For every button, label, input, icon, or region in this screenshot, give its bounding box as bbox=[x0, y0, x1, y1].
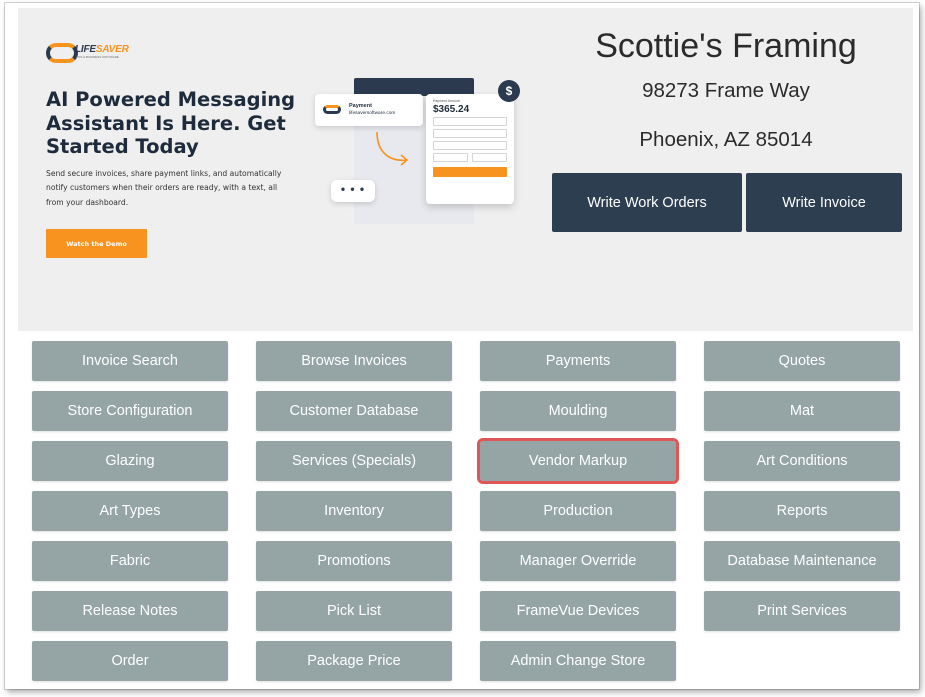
mock-payment-site: lifesaversoftware.com bbox=[349, 111, 396, 116]
logo-wordmark: LIFESAVER bbox=[75, 44, 129, 55]
art-conditions-button[interactable]: Art Conditions bbox=[704, 441, 900, 481]
invoice-search-button[interactable]: Invoice Search bbox=[32, 341, 228, 381]
mock-field bbox=[472, 153, 507, 162]
logo-subtitle: POS & BUSINESS SOFTWARE bbox=[76, 55, 119, 59]
menu-button-grid: Invoice Search Browse Invoices Payments Quo… bbox=[32, 341, 900, 681]
database-maintenance-button[interactable]: Database Maintenance bbox=[704, 541, 900, 581]
reports-button[interactable]: Reports bbox=[704, 491, 900, 531]
quotes-button[interactable]: Quotes bbox=[704, 341, 900, 381]
art-types-button[interactable]: Art Types bbox=[32, 491, 228, 531]
glazing-button[interactable]: Glazing bbox=[32, 441, 228, 481]
mini-logo-icon bbox=[323, 105, 341, 114]
store-address-line1: 98273 Frame Way bbox=[642, 79, 810, 102]
app-window: LIFESAVER POS & BUSINESS SOFTWARE AI Pow… bbox=[5, 3, 919, 689]
lifesaver-logo-icon bbox=[46, 42, 78, 63]
logo-text-b: SAVER bbox=[95, 43, 129, 55]
store-name: Scottie's Framing bbox=[595, 27, 857, 65]
mock-amount: $365.24 bbox=[433, 104, 470, 115]
watch-demo-button[interactable]: Watch the Demo bbox=[46, 229, 147, 258]
admin-change-store-button[interactable]: Admin Change Store bbox=[480, 641, 676, 681]
dollar-icon: $ bbox=[498, 80, 520, 102]
mock-pay-button bbox=[433, 167, 507, 177]
pick-list-button[interactable]: Pick List bbox=[256, 591, 452, 631]
mock-field-row bbox=[433, 153, 507, 165]
mat-button[interactable]: Mat bbox=[704, 391, 900, 431]
browse-invoices-button[interactable]: Browse Invoices bbox=[256, 341, 452, 381]
vendor-markup-button[interactable]: Vendor Markup bbox=[477, 438, 679, 484]
lifesaver-logo: LIFESAVER POS & BUSINESS SOFTWARE bbox=[46, 42, 129, 63]
mock-payment-title: Payment bbox=[349, 103, 372, 109]
customer-database-button[interactable]: Customer Database bbox=[256, 391, 452, 431]
print-services-button[interactable]: Print Services bbox=[704, 591, 900, 631]
mock-field bbox=[433, 153, 468, 162]
banner-description: Send secure invoices, share payment link… bbox=[46, 169, 282, 207]
manager-override-button[interactable]: Manager Override bbox=[480, 541, 676, 581]
header-panel: LIFESAVER POS & BUSINESS SOFTWARE AI Pow… bbox=[18, 8, 913, 331]
store-configuration-button[interactable]: Store Configuration bbox=[32, 391, 228, 431]
mock-amount-label: Payment Amount bbox=[433, 99, 460, 103]
mock-field bbox=[433, 129, 507, 138]
mock-field bbox=[433, 117, 507, 126]
order-button[interactable]: Order bbox=[32, 641, 228, 681]
mock-field bbox=[433, 141, 507, 150]
package-price-button[interactable]: Package Price bbox=[256, 641, 452, 681]
banner-headline: AI Powered Messaging Assistant Is Here. … bbox=[46, 88, 296, 158]
logo-text-a: LIFE bbox=[75, 43, 96, 55]
store-address-line2: Phoenix, AZ 85014 bbox=[639, 128, 813, 151]
mock-payment-form: Payment Amount $365.24 bbox=[426, 94, 514, 204]
payments-button[interactable]: Payments bbox=[480, 341, 676, 381]
curved-arrow-icon bbox=[376, 131, 409, 166]
inventory-button[interactable]: Inventory bbox=[256, 491, 452, 531]
release-notes-button[interactable]: Release Notes bbox=[32, 591, 228, 631]
framevue-devices-button[interactable]: FrameVue Devices bbox=[480, 591, 676, 631]
production-button[interactable]: Production bbox=[480, 491, 676, 531]
write-work-orders-button[interactable]: Write Work Orders bbox=[552, 173, 742, 232]
typing-dots-icon: • • • bbox=[331, 180, 375, 202]
mock-payment-card: Payment lifesaversoftware.com bbox=[315, 94, 423, 126]
promo-banner[interactable]: LIFESAVER POS & BUSINESS SOFTWARE AI Pow… bbox=[18, 8, 538, 331]
services-specials-button[interactable]: Services (Specials) bbox=[256, 441, 452, 481]
promotions-button[interactable]: Promotions bbox=[256, 541, 452, 581]
moulding-button[interactable]: Moulding bbox=[480, 391, 676, 431]
fabric-button[interactable]: Fabric bbox=[32, 541, 228, 581]
write-invoice-button[interactable]: Write Invoice bbox=[746, 173, 902, 232]
